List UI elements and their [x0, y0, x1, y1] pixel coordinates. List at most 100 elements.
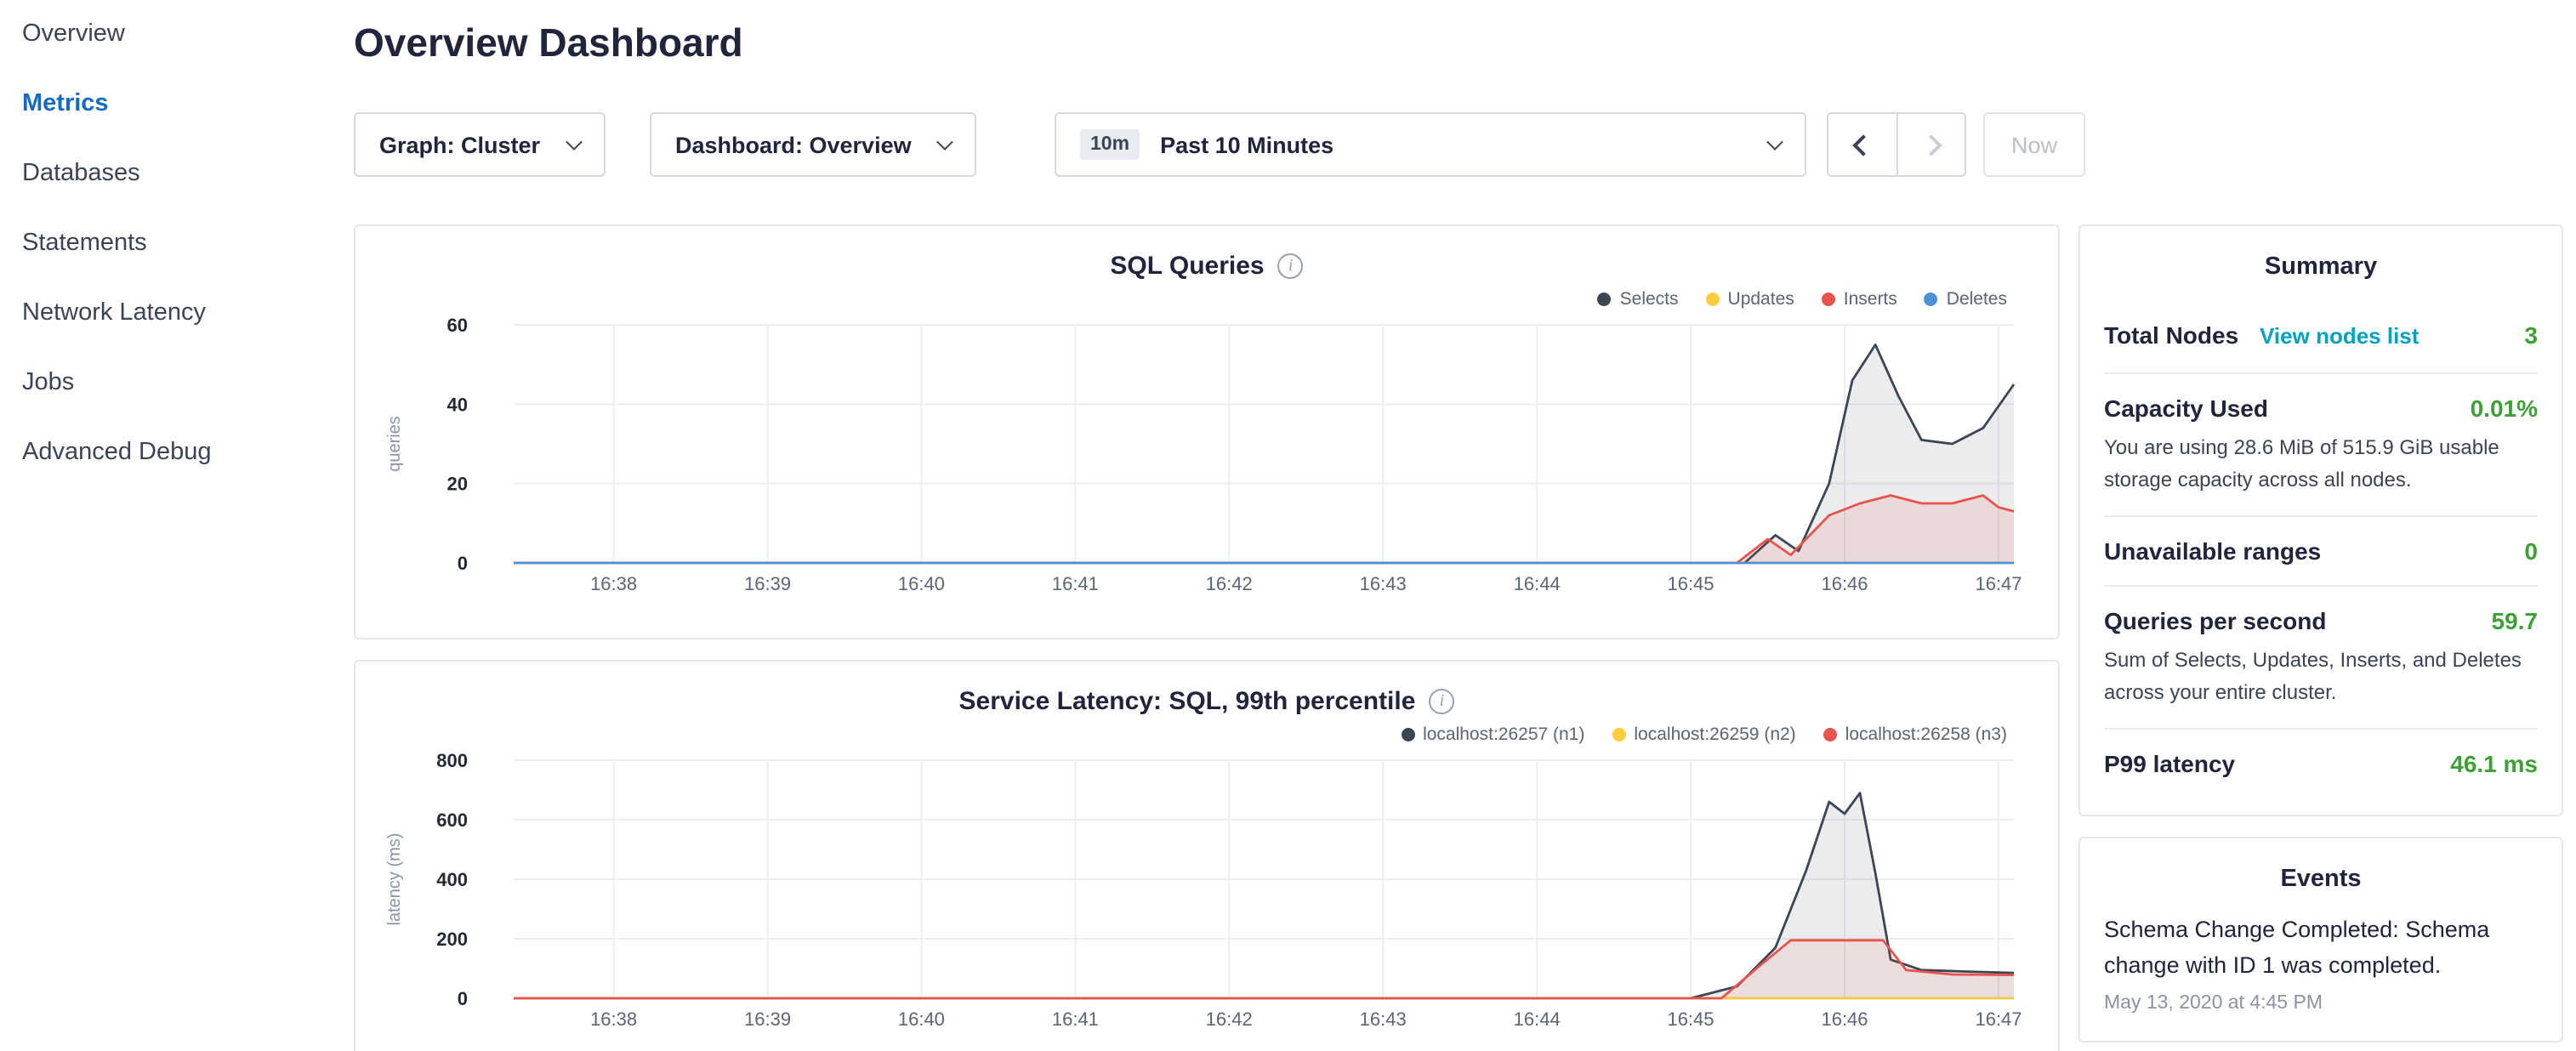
legend-label: localhost:26258 (n3) — [1845, 724, 2007, 745]
legend-item[interactable]: localhost:26257 (n1) — [1401, 723, 1584, 747]
chevron-left-icon — [1851, 134, 1873, 155]
event-item[interactable]: Schema Change Completed: Schema change w… — [2104, 914, 2538, 1014]
svg-text:200: 200 — [436, 929, 468, 950]
svg-text:16:39: 16:39 — [744, 1008, 791, 1030]
svg-text:latency (ms): latency (ms) — [385, 833, 404, 926]
legend-label: Deletes — [1947, 289, 2007, 310]
time-next-button-disabled[interactable] — [1896, 114, 1965, 175]
svg-text:16:41: 16:41 — [1052, 573, 1099, 594]
svg-text:0: 0 — [458, 988, 468, 1009]
sidebar-item-metrics[interactable]: Metrics — [0, 70, 328, 139]
summary-row-label: P99 latency — [2104, 751, 2235, 778]
summary-row-label: Capacity Used — [2104, 395, 2268, 422]
legend-item[interactable]: localhost:26259 (n2) — [1612, 723, 1795, 747]
svg-text:16:44: 16:44 — [1514, 573, 1561, 594]
sidebar-nav: Overview Metrics Databases Statements Ne… — [0, 0, 328, 1051]
info-icon[interactable]: i — [1278, 253, 1304, 278]
svg-text:16:47: 16:47 — [1975, 573, 2022, 594]
svg-text:20: 20 — [447, 474, 468, 495]
legend-label: Selects — [1620, 289, 1679, 310]
legend-label: Inserts — [1844, 289, 1897, 310]
right-column: Summary Total Nodes View nodes list 3 — [2078, 224, 2563, 1042]
legend-label: localhost:26259 (n2) — [1634, 724, 1795, 745]
chart-legend: Selects Updates Inserts Deletes — [379, 287, 2007, 311]
charts-column: SQL Queries i Selects Updates Inserts Delet… — [354, 224, 2060, 1051]
legend-dot-icon — [1823, 728, 1837, 741]
summary-row-label: Unavailable ranges — [2104, 537, 2321, 565]
svg-text:16:39: 16:39 — [744, 573, 791, 594]
svg-text:16:40: 16:40 — [898, 1008, 945, 1030]
svg-text:16:38: 16:38 — [590, 573, 637, 594]
graph-scope-dropdown[interactable]: Graph: Cluster — [354, 112, 606, 177]
chart-legend: localhost:26257 (n1) localhost:26259 (n2)… — [379, 723, 2007, 747]
svg-text:16:46: 16:46 — [1821, 1008, 1868, 1030]
events-panel: Events Schema Change Completed: Schema c… — [2078, 838, 2563, 1043]
summary-row-label: Total Nodes — [2104, 321, 2238, 349]
chart-title: Service Latency: SQL, 99th percentile — [959, 686, 1416, 715]
page-title: Overview Dashboard — [354, 20, 743, 66]
service-latency-chart-card: Service Latency: SQL, 99th percentile i … — [354, 660, 2060, 1051]
summary-row-value: 0.01% — [2471, 395, 2538, 422]
sidebar-item-statements[interactable]: Statements — [0, 209, 328, 279]
summary-row-capacity-used: Capacity Used 0.01% You are using 28.6 M… — [2104, 372, 2538, 515]
sidebar-item-overview[interactable]: Overview — [0, 0, 328, 70]
legend-dot-icon — [1401, 728, 1414, 741]
summary-row-value: 3 — [2524, 321, 2538, 349]
dashboard-dropdown[interactable]: Dashboard: Overview — [650, 112, 976, 177]
toolbar: Graph: Cluster Dashboard: Overview 10m P… — [354, 112, 2085, 177]
legend-label: localhost:26257 (n1) — [1423, 724, 1584, 745]
svg-text:16:40: 16:40 — [898, 573, 945, 594]
chevron-down-icon — [1766, 133, 1783, 150]
svg-text:400: 400 — [436, 869, 468, 890]
info-icon[interactable]: i — [1429, 688, 1454, 713]
svg-text:600: 600 — [436, 810, 468, 831]
svg-text:60: 60 — [447, 315, 468, 336]
legend-dot-icon — [1706, 293, 1720, 306]
legend-item[interactable]: Deletes — [1925, 287, 2007, 311]
summary-panel: Summary Total Nodes View nodes list 3 — [2078, 224, 2563, 817]
svg-text:16:41: 16:41 — [1052, 1008, 1099, 1030]
summary-row-total-nodes: Total Nodes View nodes list 3 — [2104, 301, 2538, 372]
legend-dot-icon — [1822, 293, 1835, 306]
summary-row-value: 59.7 — [2492, 607, 2539, 634]
sidebar-item-advanced-debug[interactable]: Advanced Debug — [0, 418, 328, 488]
time-range-label: Past 10 Minutes — [1160, 132, 1749, 157]
sql-queries-chart-card: SQL Queries i Selects Updates Inserts Delet… — [354, 224, 2060, 639]
now-button[interactable]: Now — [1983, 112, 2085, 177]
legend-item[interactable]: Inserts — [1822, 287, 1897, 311]
sidebar-item-databases[interactable]: Databases — [0, 139, 328, 209]
summary-row-unavailable-ranges: Unavailable ranges 0 — [2104, 515, 2538, 585]
chart-title-row: Service Latency: SQL, 99th percentile i — [379, 682, 2034, 719]
legend-dot-icon — [1925, 293, 1938, 306]
summary-panel-title: Summary — [2104, 226, 2538, 301]
summary-row-value: 0 — [2524, 537, 2538, 565]
time-prev-button[interactable] — [1828, 114, 1896, 175]
dashboard-content: SQL Queries i Selects Updates Inserts Delet… — [354, 224, 2563, 1051]
svg-text:800: 800 — [436, 750, 468, 771]
sidebar-item-jobs[interactable]: Jobs — [0, 349, 328, 418]
graph-scope-dropdown-label: Graph: Cluster — [379, 132, 540, 157]
svg-text:16:42: 16:42 — [1206, 1008, 1253, 1030]
svg-text:16:45: 16:45 — [1667, 573, 1714, 594]
legend-item[interactable]: Updates — [1706, 287, 1794, 311]
sidebar-item-network-latency[interactable]: Network Latency — [0, 279, 328, 349]
time-pager — [1827, 112, 1966, 177]
chart-title: SQL Queries — [1110, 251, 1264, 280]
event-timestamp: May 13, 2020 at 4:45 PM — [2104, 993, 2538, 1014]
time-range-dropdown[interactable]: 10m Past 10 Minutes — [1055, 112, 1806, 177]
svg-text:16:45: 16:45 — [1667, 1008, 1714, 1030]
svg-text:16:43: 16:43 — [1360, 1008, 1407, 1030]
summary-row-description: You are using 28.6 MiB of 515.9 GiB usab… — [2104, 432, 2538, 495]
chevron-down-icon — [566, 133, 583, 150]
svg-text:16:42: 16:42 — [1206, 573, 1253, 594]
legend-item[interactable]: localhost:26258 (n3) — [1823, 723, 2007, 747]
svg-text:40: 40 — [447, 394, 468, 415]
svg-text:16:38: 16:38 — [590, 1008, 637, 1030]
svg-text:16:44: 16:44 — [1514, 1008, 1561, 1030]
dashboard-dropdown-label: Dashboard: Overview — [675, 132, 912, 157]
view-nodes-list-link[interactable]: View nodes list — [2260, 323, 2419, 349]
service-latency-chart[interactable]: 0 200 400 600 800 16:38 16:39 16:40 16:41 16:42 16… — [379, 750, 2038, 1042]
legend-item[interactable]: Selects — [1598, 287, 1679, 311]
summary-row-label: Queries per second — [2104, 607, 2326, 634]
sql-queries-chart[interactable]: 020406016:3816:3916:4016:4116:4216:4316:… — [379, 315, 2038, 607]
